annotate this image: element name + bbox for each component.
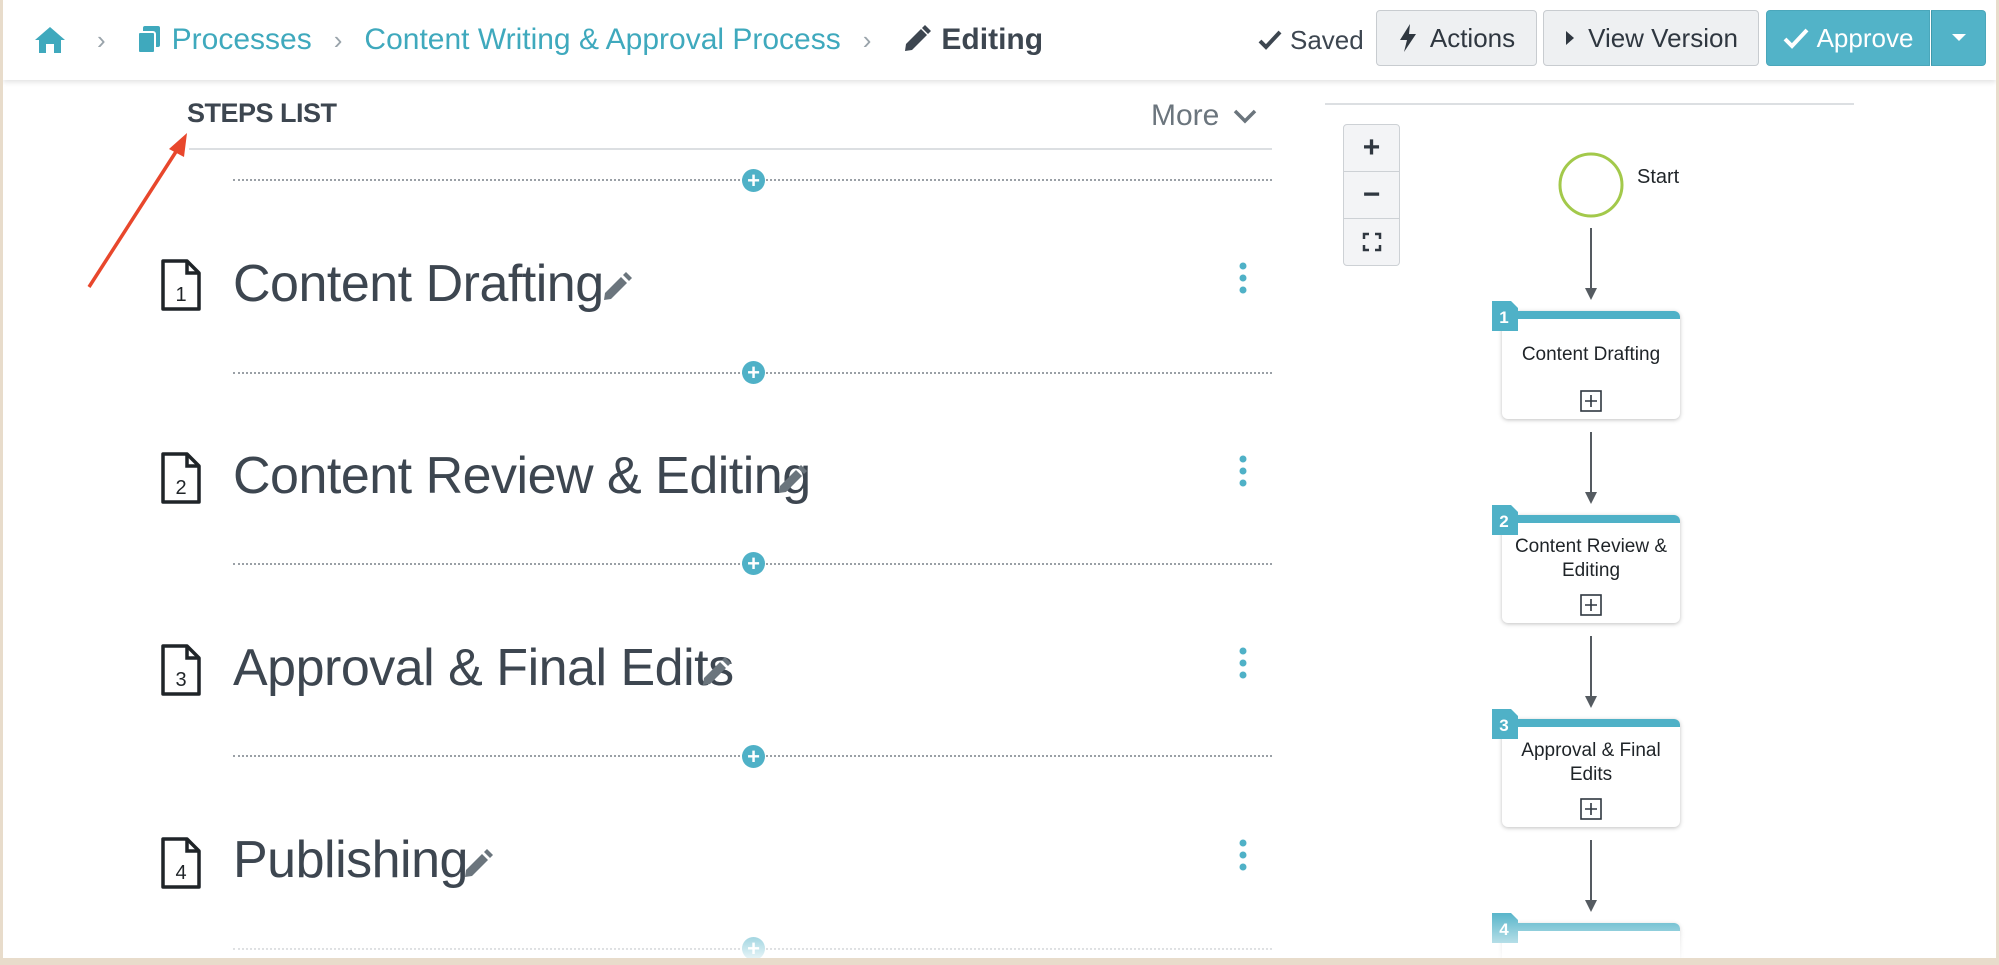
svg-text:4: 4 <box>175 862 186 884</box>
node-accent-bar <box>1502 923 1680 931</box>
step-title[interactable]: Content Review & Editing <box>233 446 811 506</box>
pencil-icon[interactable] <box>775 465 807 497</box>
breadcrumb-separator: › <box>97 24 106 55</box>
flow-node[interactable]: 4 <box>1492 913 1680 958</box>
expand-icon[interactable] <box>1580 594 1602 616</box>
flow-connector <box>1585 840 1597 912</box>
start-event[interactable] <box>1558 152 1624 218</box>
svg-text:1: 1 <box>175 284 186 306</box>
svg-text:2: 2 <box>175 477 186 499</box>
flow-node[interactable]: 2 Content Review & Editing <box>1492 505 1680 623</box>
svg-text:4: 4 <box>1499 920 1509 939</box>
pencil-icon[interactable] <box>461 849 493 881</box>
step-options-icon[interactable] <box>1235 455 1251 489</box>
breadcrumb-processes-link[interactable]: Processes <box>172 23 312 57</box>
add-step-button[interactable]: + <box>742 169 765 192</box>
more-toggle[interactable]: More <box>1151 96 1257 136</box>
document-number-icon: 4 <box>161 837 201 889</box>
pencil-icon <box>901 25 932 55</box>
documents-icon <box>136 25 162 55</box>
breadcrumb: › Processes › Content Writing & Approval… <box>33 22 1043 58</box>
top-bar: › Processes › Content Writing & Approval… <box>3 0 1996 80</box>
pencil-icon[interactable] <box>600 272 632 304</box>
flow-connector <box>1585 636 1597 708</box>
steps-list-title: STEPS LIST <box>187 98 337 128</box>
node-number-badge: 4 <box>1492 913 1518 943</box>
svg-text:3: 3 <box>1499 716 1508 735</box>
document-number-icon: 2 <box>161 452 201 504</box>
step-title[interactable]: Publishing <box>233 830 468 890</box>
expand-icon[interactable] <box>1580 798 1602 820</box>
flow-node[interactable]: 1 Content Drafting <box>1492 301 1680 419</box>
expand-icon[interactable] <box>1580 390 1602 412</box>
breadcrumb-current: Editing <box>941 23 1044 56</box>
node-label: Content Drafting <box>1521 344 1661 365</box>
zoom-out-button[interactable]: − <box>1344 172 1399 218</box>
document-number-icon: 1 <box>161 259 201 311</box>
view-version-button[interactable]: View Version <box>1543 10 1759 66</box>
approve-button[interactable]: Approve <box>1766 10 1930 66</box>
node-label: Approval & Final Edits <box>1521 740 1661 785</box>
start-label: Start <box>1637 166 1680 188</box>
saved-status: Saved <box>1258 22 1364 58</box>
svg-text:1: 1 <box>1499 308 1508 327</box>
pencil-icon[interactable] <box>699 657 731 689</box>
caret-right-icon <box>1564 29 1576 47</box>
step-options-icon[interactable] <box>1235 839 1251 873</box>
view-version-label: View Version <box>1588 22 1738 53</box>
actions-label: Actions <box>1429 22 1516 53</box>
check-icon <box>1258 29 1282 51</box>
flow-node[interactable]: 3 Approval & Final Edits <box>1492 709 1680 827</box>
node-accent-bar <box>1502 719 1680 727</box>
node-number-badge: 3 <box>1492 709 1518 739</box>
node-number-badge: 2 <box>1492 505 1518 535</box>
flow-connector <box>1585 228 1597 300</box>
chevron-down-icon <box>1233 108 1257 124</box>
steps-list-divider <box>189 148 1272 150</box>
add-step-button[interactable]: + <box>742 937 765 958</box>
breadcrumb-separator: › <box>333 24 343 55</box>
node-accent-bar <box>1502 515 1680 523</box>
step-options-icon[interactable] <box>1235 647 1251 681</box>
caret-down-icon <box>1951 33 1967 43</box>
flow-connector <box>1585 432 1597 504</box>
breadcrumb-process-link[interactable]: Content Writing & Approval Process <box>364 23 840 57</box>
add-step-button[interactable]: + <box>742 552 765 575</box>
fit-screen-icon <box>1362 232 1381 252</box>
step-options-icon[interactable] <box>1235 262 1251 296</box>
document-number-icon: 3 <box>161 644 201 696</box>
fit-to-screen-button[interactable] <box>1344 219 1399 265</box>
svg-text:2: 2 <box>1499 512 1508 531</box>
step-title[interactable]: Content Drafting <box>233 254 604 314</box>
approve-label: Approve <box>1816 22 1914 53</box>
approve-dropdown-button[interactable] <box>1931 10 1986 66</box>
zoom-in-button[interactable]: + <box>1344 125 1399 171</box>
overview-divider <box>1325 103 1854 105</box>
app-frame: › Processes › Content Writing & Approval… <box>3 0 1996 958</box>
actions-button[interactable]: Actions <box>1376 10 1537 66</box>
more-label: More <box>1151 99 1220 132</box>
breadcrumb-separator: › <box>862 24 872 55</box>
add-step-button[interactable]: + <box>742 361 765 384</box>
add-step-button[interactable]: + <box>742 745 765 768</box>
zoom-controls: + − <box>1343 124 1400 266</box>
check-icon <box>1783 27 1809 49</box>
node-label: Content Review & Editing <box>1514 536 1668 581</box>
node-accent-bar <box>1502 311 1680 319</box>
step-title[interactable]: Approval & Final Edits <box>233 638 734 698</box>
node-number-badge: 1 <box>1492 301 1518 331</box>
lightning-icon <box>1398 24 1418 52</box>
home-icon[interactable] <box>33 25 67 55</box>
saved-label: Saved <box>1290 24 1364 55</box>
svg-text:3: 3 <box>175 669 186 691</box>
